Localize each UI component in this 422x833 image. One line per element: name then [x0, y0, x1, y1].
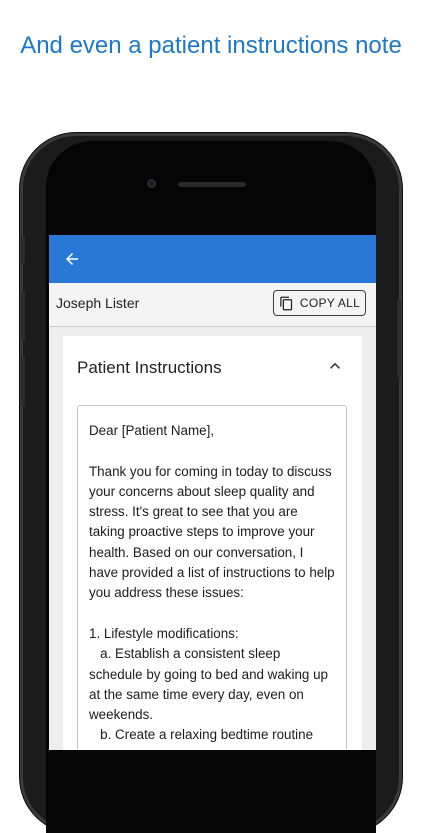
- copy-all-label: COPY ALL: [299, 296, 361, 310]
- instructions-text[interactable]: Dear [Patient Name], Thank you for comin…: [77, 405, 347, 750]
- copy-all-button[interactable]: COPY ALL: [273, 290, 366, 316]
- front-camera: [147, 179, 156, 188]
- chevron-up-icon: [330, 362, 340, 369]
- patient-instructions-card: Patient Instructions Dear [Patient Name]…: [63, 336, 362, 750]
- section-title: Patient Instructions: [77, 358, 222, 377]
- phone-side-button: [21, 290, 25, 342]
- app-bar: [49, 235, 376, 283]
- phone-side-button: [21, 235, 25, 265]
- patient-name: Joseph Lister: [56, 295, 140, 311]
- back-button[interactable]: [57, 244, 87, 274]
- app-screen: Joseph Lister COPY ALL Patient Instructi…: [49, 235, 376, 750]
- arrow-left-icon: [66, 253, 78, 265]
- collapse-button[interactable]: [325, 356, 345, 376]
- speaker-grille: [178, 182, 246, 187]
- patient-bar: Joseph Lister COPY ALL: [49, 283, 376, 327]
- copy-icon: [280, 296, 293, 310]
- phone-side-button: [397, 300, 401, 378]
- headline: And even a patient instructions note: [20, 32, 402, 59]
- phone-side-button: [21, 355, 25, 407]
